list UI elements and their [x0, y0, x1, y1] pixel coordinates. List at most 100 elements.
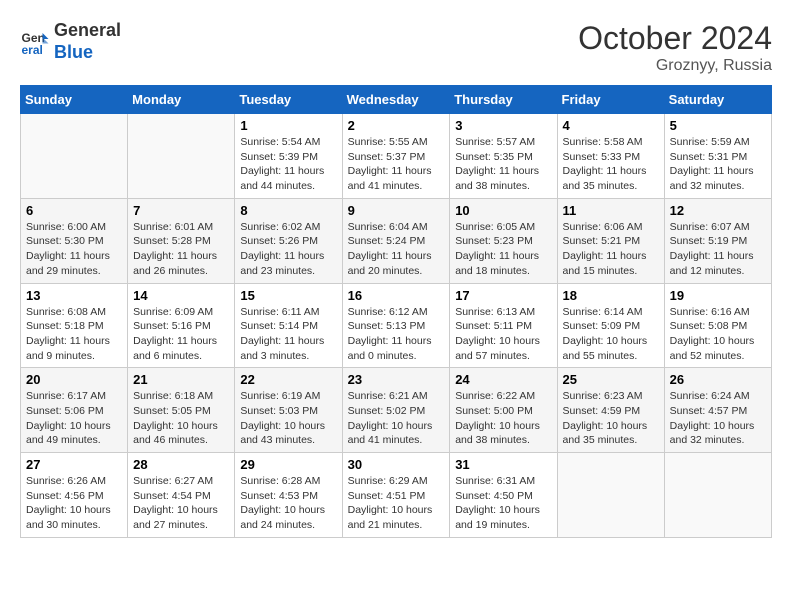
- calendar-cell: 24 Sunrise: 6:22 AMSunset: 5:00 PMDayligh…: [450, 368, 557, 453]
- month-title: October 2024: [578, 20, 772, 57]
- calendar-cell: 14 Sunrise: 6:09 AMSunset: 5:16 PMDayligh…: [128, 283, 235, 368]
- day-number: 9: [348, 203, 445, 218]
- calendar-cell: 7 Sunrise: 6:01 AMSunset: 5:28 PMDaylight…: [128, 198, 235, 283]
- day-number: 28: [133, 457, 229, 472]
- calendar-week-row: 20 Sunrise: 6:17 AMSunset: 5:06 PMDayligh…: [21, 368, 772, 453]
- title-block: October 2024 Groznyy, Russia: [578, 20, 772, 75]
- location: Groznyy, Russia: [578, 57, 772, 75]
- day-number: 24: [455, 372, 551, 387]
- day-detail: Sunrise: 5:59 AMSunset: 5:31 PMDaylight:…: [670, 135, 766, 194]
- calendar-cell: 19 Sunrise: 6:16 AMSunset: 5:08 PMDayligh…: [664, 283, 771, 368]
- calendar-cell: 20 Sunrise: 6:17 AMSunset: 5:06 PMDayligh…: [21, 368, 128, 453]
- day-number: 13: [26, 288, 122, 303]
- calendar-cell: 12Sunrise: 6:07 AMSunset: 5:19 PMDayligh…: [664, 198, 771, 283]
- day-number: 21: [133, 372, 229, 387]
- logo-icon: Gen eral: [20, 27, 50, 57]
- day-detail: Sunrise: 6:01 AMSunset: 5:28 PMDaylight:…: [133, 220, 229, 279]
- calendar-cell: 3 Sunrise: 5:57 AMSunset: 5:35 PMDaylight…: [450, 114, 557, 199]
- day-detail: Sunrise: 5:57 AMSunset: 5:35 PMDaylight:…: [455, 135, 551, 194]
- day-number: 20: [26, 372, 122, 387]
- svg-text:eral: eral: [22, 43, 43, 57]
- calendar-cell: 26 Sunrise: 6:24 AMSunset: 4:57 PMDayligh…: [664, 368, 771, 453]
- weekday-header: Tuesday: [235, 86, 342, 114]
- day-number: 12: [670, 203, 766, 218]
- weekday-header: Wednesday: [342, 86, 450, 114]
- weekday-header: Thursday: [450, 86, 557, 114]
- calendar-cell: [664, 453, 771, 538]
- calendar-cell: 18 Sunrise: 6:14 AMSunset: 5:09 PMDayligh…: [557, 283, 664, 368]
- day-detail: Sunrise: 6:18 AMSunset: 5:05 PMDaylight:…: [133, 389, 229, 448]
- day-detail: Sunrise: 6:06 AMSunset: 5:21 PMDaylight:…: [563, 220, 659, 279]
- day-detail: Sunrise: 6:13 AMSunset: 5:11 PMDaylight:…: [455, 305, 551, 364]
- day-detail: Sunrise: 6:02 AMSunset: 5:26 PMDaylight:…: [240, 220, 336, 279]
- day-detail: Sunrise: 6:29 AMSunset: 4:51 PMDaylight:…: [348, 474, 445, 533]
- calendar-cell: 21 Sunrise: 6:18 AMSunset: 5:05 PMDayligh…: [128, 368, 235, 453]
- day-number: 19: [670, 288, 766, 303]
- day-number: 1: [240, 118, 336, 133]
- calendar-cell: 6 Sunrise: 6:00 AMSunset: 5:30 PMDaylight…: [21, 198, 128, 283]
- weekday-header: Sunday: [21, 86, 128, 114]
- day-detail: Sunrise: 6:21 AMSunset: 5:02 PMDaylight:…: [348, 389, 445, 448]
- calendar-week-row: 27Sunrise: 6:26 AMSunset: 4:56 PMDayligh…: [21, 453, 772, 538]
- calendar-cell: 28 Sunrise: 6:27 AMSunset: 4:54 PMDayligh…: [128, 453, 235, 538]
- calendar-cell: 8Sunrise: 6:02 AMSunset: 5:26 PMDaylight…: [235, 198, 342, 283]
- day-number: 31: [455, 457, 551, 472]
- day-number: 23: [348, 372, 445, 387]
- day-detail: Sunrise: 6:17 AMSunset: 5:06 PMDaylight:…: [26, 389, 122, 448]
- day-number: 18: [563, 288, 659, 303]
- calendar-cell: 31Sunrise: 6:31 AMSunset: 4:50 PMDayligh…: [450, 453, 557, 538]
- calendar-week-row: 13 Sunrise: 6:08 AMSunset: 5:18 PMDayligh…: [21, 283, 772, 368]
- day-number: 16: [348, 288, 445, 303]
- calendar-cell: 29 Sunrise: 6:28 AMSunset: 4:53 PMDayligh…: [235, 453, 342, 538]
- calendar-cell: [128, 114, 235, 199]
- day-detail: Sunrise: 5:54 AMSunset: 5:39 PMDaylight:…: [240, 135, 336, 194]
- calendar-cell: 30 Sunrise: 6:29 AMSunset: 4:51 PMDayligh…: [342, 453, 450, 538]
- calendar-cell: 16Sunrise: 6:12 AMSunset: 5:13 PMDayligh…: [342, 283, 450, 368]
- day-number: 27: [26, 457, 122, 472]
- day-number: 29: [240, 457, 336, 472]
- calendar-cell: 27Sunrise: 6:26 AMSunset: 4:56 PMDayligh…: [21, 453, 128, 538]
- day-detail: Sunrise: 6:05 AMSunset: 5:23 PMDaylight:…: [455, 220, 551, 279]
- calendar-cell: 11 Sunrise: 6:06 AMSunset: 5:21 PMDayligh…: [557, 198, 664, 283]
- page-header: Gen eral GeneralBlue October 2024 Grozny…: [20, 20, 772, 75]
- calendar-cell: 1 Sunrise: 5:54 AMSunset: 5:39 PMDaylight…: [235, 114, 342, 199]
- calendar-cell: 25Sunrise: 6:23 AMSunset: 4:59 PMDayligh…: [557, 368, 664, 453]
- logo: Gen eral GeneralBlue: [20, 20, 121, 63]
- day-detail: Sunrise: 5:55 AMSunset: 5:37 PMDaylight:…: [348, 135, 445, 194]
- day-detail: Sunrise: 6:16 AMSunset: 5:08 PMDaylight:…: [670, 305, 766, 364]
- day-number: 30: [348, 457, 445, 472]
- day-detail: Sunrise: 6:14 AMSunset: 5:09 PMDaylight:…: [563, 305, 659, 364]
- calendar-cell: 2 Sunrise: 5:55 AMSunset: 5:37 PMDaylight…: [342, 114, 450, 199]
- day-detail: Sunrise: 6:09 AMSunset: 5:16 PMDaylight:…: [133, 305, 229, 364]
- day-detail: Sunrise: 6:28 AMSunset: 4:53 PMDaylight:…: [240, 474, 336, 533]
- weekday-header: Monday: [128, 86, 235, 114]
- calendar-cell: [21, 114, 128, 199]
- day-detail: Sunrise: 6:08 AMSunset: 5:18 PMDaylight:…: [26, 305, 122, 364]
- calendar-table: SundayMondayTuesdayWednesdayThursdayFrid…: [20, 85, 772, 538]
- day-number: 17: [455, 288, 551, 303]
- calendar-cell: 23 Sunrise: 6:21 AMSunset: 5:02 PMDayligh…: [342, 368, 450, 453]
- day-detail: Sunrise: 6:24 AMSunset: 4:57 PMDaylight:…: [670, 389, 766, 448]
- calendar-cell: 15 Sunrise: 6:11 AMSunset: 5:14 PMDayligh…: [235, 283, 342, 368]
- day-number: 14: [133, 288, 229, 303]
- calendar-week-row: 6 Sunrise: 6:00 AMSunset: 5:30 PMDaylight…: [21, 198, 772, 283]
- day-number: 3: [455, 118, 551, 133]
- day-number: 4: [563, 118, 659, 133]
- day-number: 2: [348, 118, 445, 133]
- day-number: 7: [133, 203, 229, 218]
- day-detail: Sunrise: 6:27 AMSunset: 4:54 PMDaylight:…: [133, 474, 229, 533]
- calendar-cell: 17 Sunrise: 6:13 AMSunset: 5:11 PMDayligh…: [450, 283, 557, 368]
- day-detail: Sunrise: 6:23 AMSunset: 4:59 PMDaylight:…: [563, 389, 659, 448]
- calendar-cell: 5 Sunrise: 5:59 AMSunset: 5:31 PMDaylight…: [664, 114, 771, 199]
- day-number: 15: [240, 288, 336, 303]
- day-number: 6: [26, 203, 122, 218]
- day-number: 26: [670, 372, 766, 387]
- day-detail: Sunrise: 6:00 AMSunset: 5:30 PMDaylight:…: [26, 220, 122, 279]
- day-detail: Sunrise: 6:04 AMSunset: 5:24 PMDaylight:…: [348, 220, 445, 279]
- day-detail: Sunrise: 6:22 AMSunset: 5:00 PMDaylight:…: [455, 389, 551, 448]
- day-number: 11: [563, 203, 659, 218]
- day-number: 5: [670, 118, 766, 133]
- calendar-cell: 9 Sunrise: 6:04 AMSunset: 5:24 PMDaylight…: [342, 198, 450, 283]
- day-detail: Sunrise: 6:11 AMSunset: 5:14 PMDaylight:…: [240, 305, 336, 364]
- weekday-header: Saturday: [664, 86, 771, 114]
